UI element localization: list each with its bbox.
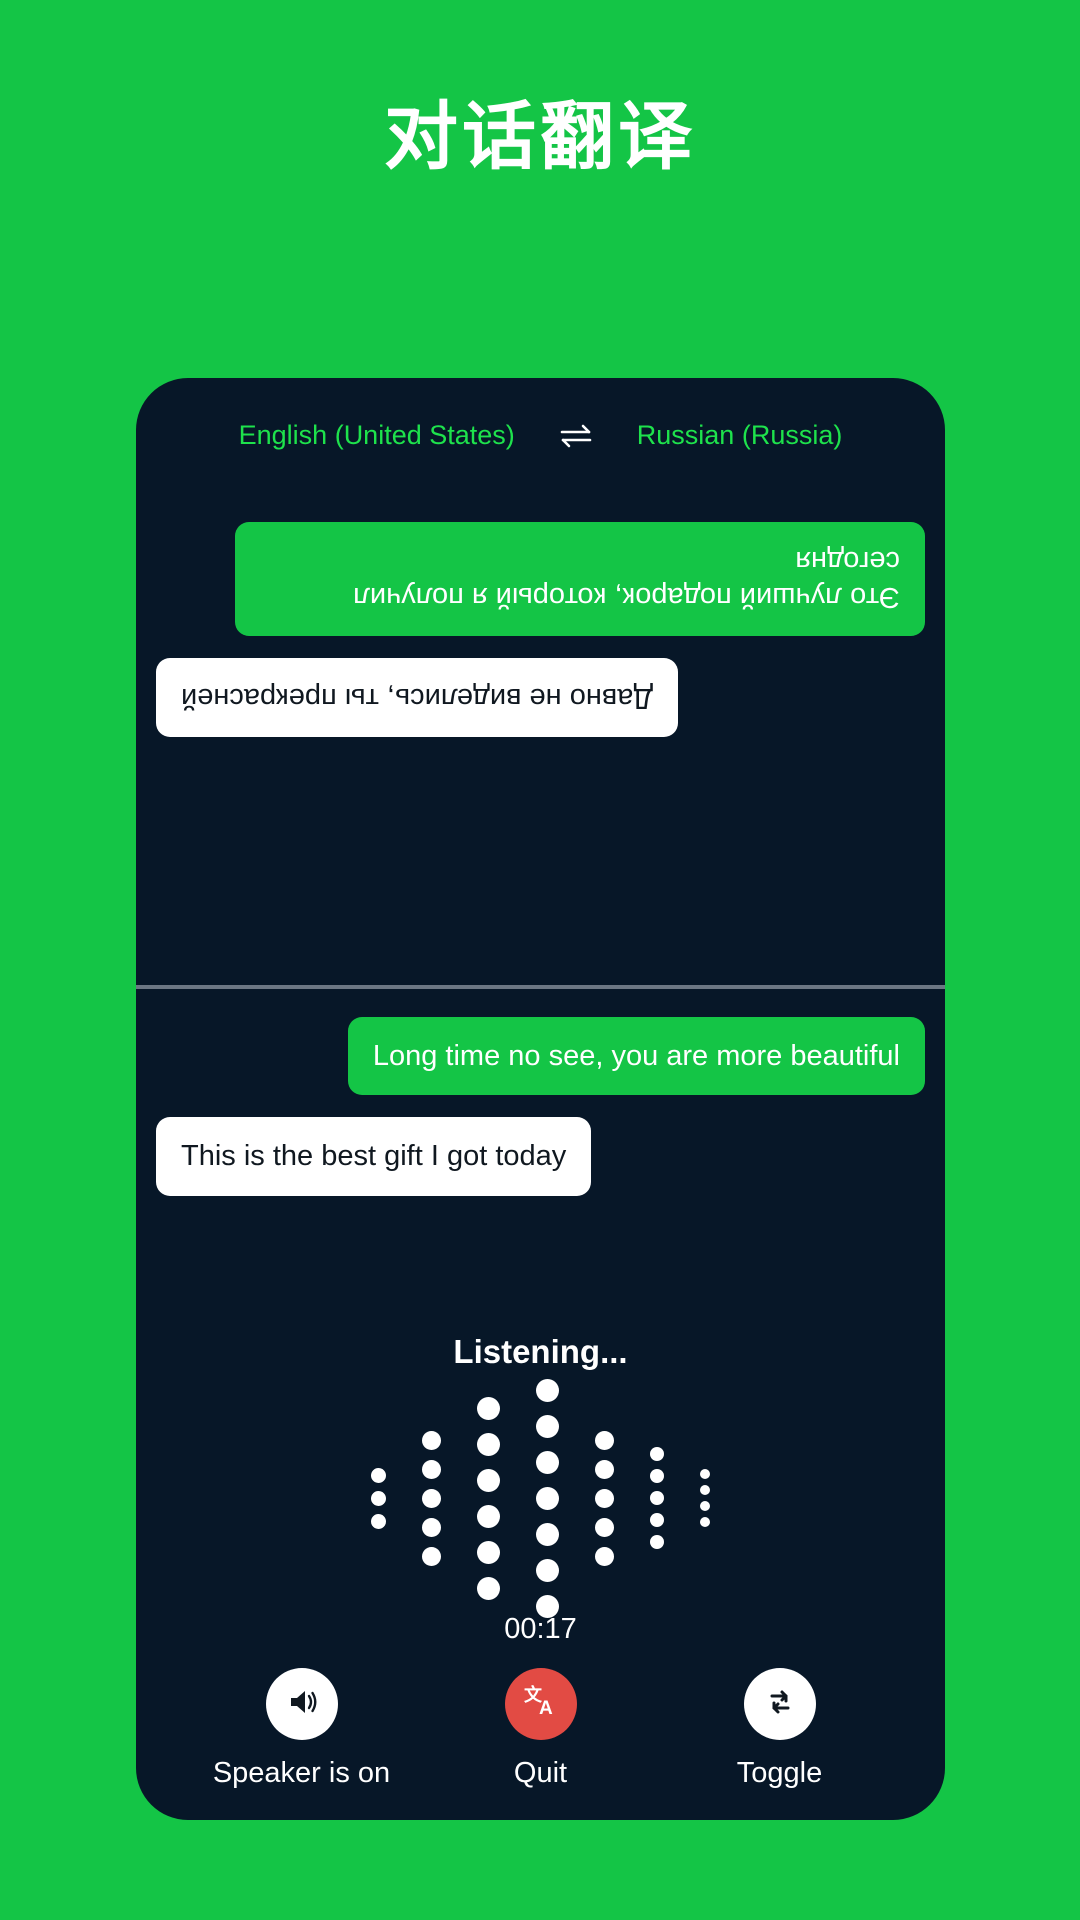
conversation-panel-top: Давно не виделись, ты прекрасней Это луч… [136, 488, 945, 985]
message-bubble[interactable]: This is the best gift I got today [156, 1117, 592, 1196]
listening-status-label: Listening... [453, 1333, 628, 1370]
waveform-dot [422, 1430, 441, 1450]
waveform-dot [536, 1450, 559, 1474]
message-bubble[interactable]: Long time no see, you are more beautiful [347, 1017, 925, 1096]
toggle-button[interactable]: Toggle [675, 1668, 885, 1790]
waveform-dot [477, 1432, 500, 1456]
target-language-label[interactable]: Russian (Russia) [637, 420, 843, 451]
message-row: Давно не виделись, ты прекрасней [136, 658, 945, 737]
waveform-dot [422, 1546, 441, 1566]
waveform-dot [650, 1535, 664, 1549]
speaker-toggle-button[interactable]: Speaker is on [197, 1668, 407, 1790]
waveform-dot [477, 1540, 500, 1564]
waveform-column [650, 1447, 664, 1549]
waveform-dot [536, 1486, 559, 1510]
waveform-dot [536, 1378, 559, 1402]
recording-timer: 00:17 [504, 1613, 577, 1645]
waveform-column [371, 1467, 386, 1529]
waveform-dot [650, 1491, 664, 1505]
translate-icon: 文 A [520, 1681, 562, 1728]
waveform-dot [422, 1488, 441, 1508]
control-bar: Speaker is on 文 A Quit Toggle [136, 1668, 945, 1790]
waveform-dot [477, 1396, 500, 1420]
toggle-button-circle[interactable] [743, 1668, 816, 1740]
waveform-dot [700, 1485, 710, 1495]
quit-button[interactable]: 文 A Quit [436, 1668, 646, 1790]
waveform-column [477, 1396, 500, 1600]
message-bubble[interactable]: Давно не виделись, ты прекрасней [156, 658, 679, 737]
waveform-dot [371, 1490, 386, 1506]
phone-card: English (United States) Russian (Russia)… [136, 378, 945, 1820]
waveform-dot [536, 1558, 559, 1582]
waveform-dot [650, 1447, 664, 1461]
source-language-label[interactable]: English (United States) [239, 420, 515, 451]
language-bar: English (United States) Russian (Russia) [136, 420, 945, 451]
waveform-dot [536, 1414, 559, 1438]
waveform-dot [700, 1517, 710, 1527]
swap-repeat-icon [760, 1682, 800, 1727]
swap-horizontal-icon[interactable] [559, 423, 593, 449]
svg-text:A: A [539, 1698, 553, 1719]
quit-button-label: Quit [513, 1757, 568, 1789]
speaker-button-label: Speaker is on [212, 1757, 391, 1789]
waveform-dot [595, 1430, 614, 1450]
waveform-dot [595, 1517, 614, 1537]
waveform-dot [700, 1469, 710, 1479]
waveform-dot [422, 1459, 441, 1479]
message-row: Это лучший подарок, который я получил се… [136, 522, 945, 637]
waveform-dot [595, 1546, 614, 1566]
waveform-dot [477, 1504, 500, 1528]
waveform-column [595, 1430, 614, 1566]
waveform-dot [371, 1467, 386, 1483]
waveform-dot [536, 1522, 559, 1546]
conversation-panel-bottom: Long time no see, you are more beautiful… [136, 993, 945, 1323]
waveform-dot [650, 1513, 664, 1527]
waveform-dot [650, 1469, 664, 1483]
waveform-dot [422, 1517, 441, 1537]
waveform-dot [700, 1501, 710, 1511]
page-title: 对话翻译 [384, 95, 696, 178]
audio-waveform [136, 1378, 945, 1618]
waveform-column [536, 1378, 559, 1618]
message-row: Long time no see, you are more beautiful [136, 1017, 945, 1096]
quit-button-circle[interactable]: 文 A [504, 1668, 577, 1740]
waveform-dot [595, 1459, 614, 1479]
speaker-on-icon [282, 1682, 322, 1727]
waveform-dot [595, 1488, 614, 1508]
waveform-dot [477, 1468, 500, 1492]
message-bubble[interactable]: Это лучший подарок, который я получил се… [235, 522, 925, 637]
panel-divider [136, 985, 945, 989]
waveform-dot [371, 1513, 386, 1529]
speaker-button-circle[interactable] [265, 1668, 338, 1740]
message-row: This is the best gift I got today [136, 1117, 945, 1196]
waveform-column [700, 1469, 710, 1527]
waveform-column [422, 1430, 441, 1566]
toggle-button-label: Toggle [736, 1757, 823, 1789]
waveform-dot [477, 1576, 500, 1600]
